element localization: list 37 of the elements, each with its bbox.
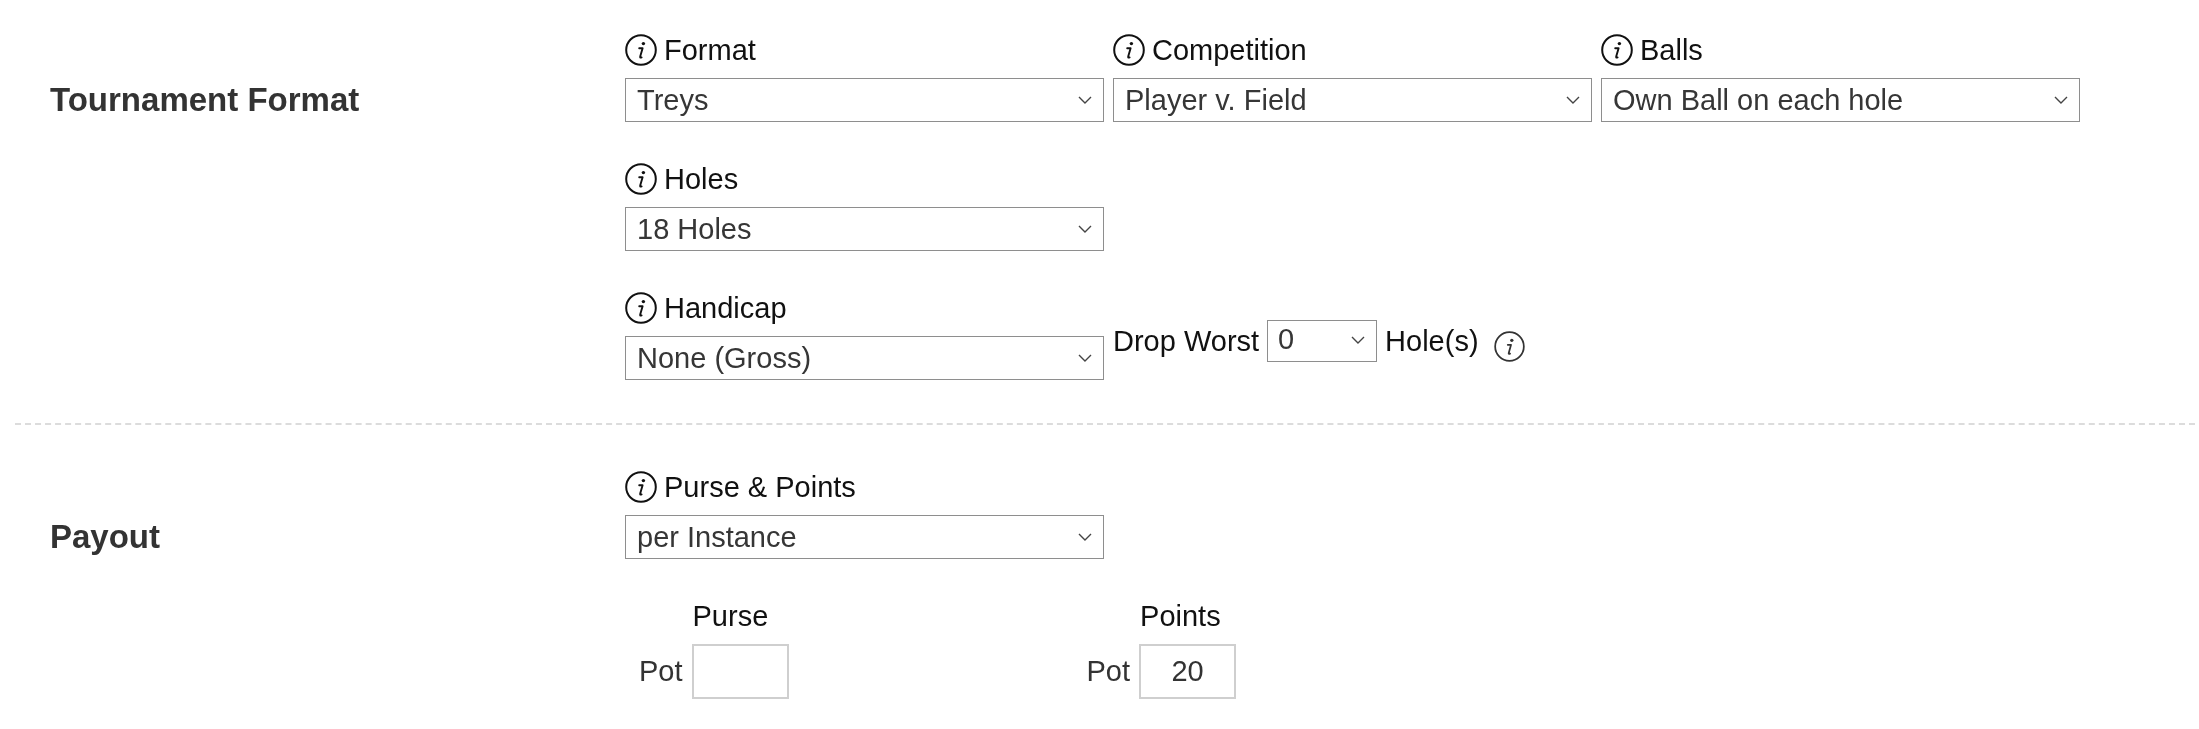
prefix-label: Drop Worst	[1113, 323, 1260, 359]
dropdown[interactable]: Treys	[625, 78, 1104, 122]
field-label: Format	[664, 33, 756, 68]
input-field[interactable]: 20	[1139, 644, 1237, 699]
chevron-icon	[2054, 96, 2068, 104]
dropdown[interactable]: 18 Holes	[625, 207, 1104, 251]
info-icon[interactable]	[1601, 34, 1633, 66]
chevron-icon	[1078, 96, 1092, 104]
dropdown[interactable]: Player v. Field	[1113, 78, 1592, 122]
field-label: Purse & Points	[664, 470, 856, 505]
input-field[interactable]	[691, 644, 789, 699]
dropdown[interactable]: 0	[1267, 319, 1378, 362]
dropdown[interactable]: Own Ball on each hole	[1601, 78, 2080, 122]
chevron-icon	[1351, 335, 1366, 344]
info-icon[interactable]	[625, 163, 657, 195]
chevron-icon	[1078, 225, 1092, 233]
chevron-icon	[1566, 96, 1580, 104]
section-heading: Payout	[50, 517, 161, 557]
info-icon[interactable]	[1113, 34, 1145, 66]
suffix-label: Hole(s)	[1385, 323, 1479, 359]
info-icon[interactable]	[1493, 331, 1525, 362]
dropdown[interactable]: per Instance	[625, 515, 1104, 559]
info-icon[interactable]	[625, 292, 657, 324]
pot-label: Pot	[1086, 655, 1131, 688]
column-label: Purse	[691, 599, 769, 634]
chevron-icon	[1078, 533, 1092, 541]
section-heading: Tournament Format	[50, 80, 360, 120]
column-label: Points	[1139, 599, 1221, 634]
pot-label: Pot	[639, 655, 683, 688]
info-icon[interactable]	[625, 471, 657, 503]
field-label: Holes	[664, 162, 739, 197]
chevron-icon	[1078, 354, 1092, 362]
dropdown[interactable]: None (Gross)	[625, 336, 1104, 380]
info-icon[interactable]	[625, 34, 657, 66]
field-label: Handicap	[664, 291, 787, 326]
field-label: Competition	[1152, 33, 1307, 68]
field-label: Balls	[1640, 33, 1703, 68]
